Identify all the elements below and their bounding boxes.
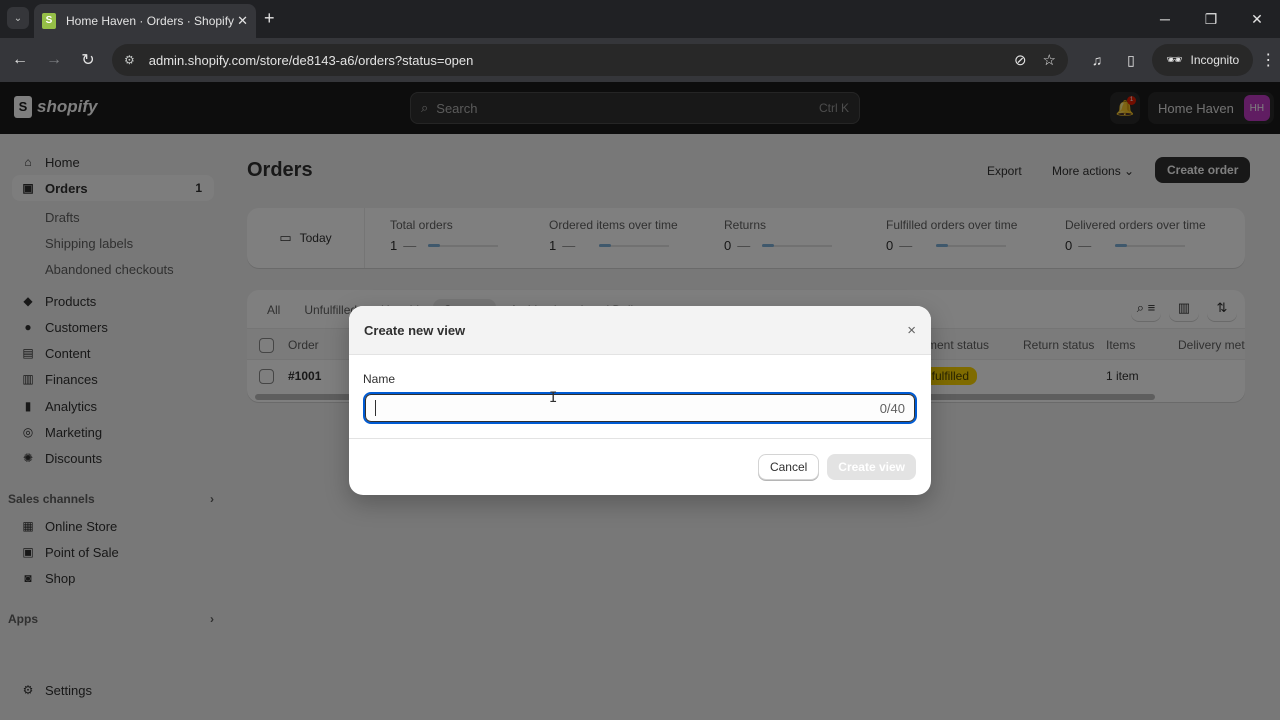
incognito-label: Incognito [1190, 53, 1240, 67]
url-text[interactable]: admin.shopify.com/store/de8143-a6/orders… [149, 53, 998, 68]
restore-icon[interactable]: ❐ [1188, 0, 1234, 38]
side-panel-icon[interactable]: ▯ [1114, 52, 1148, 69]
text-cursor-icon: I [549, 390, 558, 406]
view-name-field[interactable]: 0/40 [363, 392, 917, 424]
modal-footer: Cancel Create view [349, 439, 931, 494]
name-label: Name [363, 372, 396, 386]
cancel-button[interactable]: Cancel [757, 453, 820, 480]
window-controls: ─ ❐ ✕ [1142, 0, 1280, 38]
close-tab-icon[interactable]: ✕ [237, 13, 248, 29]
shopify-favicon-icon: S [42, 13, 56, 29]
new-tab-button[interactable]: + [264, 8, 275, 29]
character-counter: 0/40 [879, 400, 905, 416]
site-info-icon[interactable]: ⚙ [124, 53, 135, 67]
view-name-input[interactable] [380, 400, 880, 416]
create-view-modal: Create new view × Name 0/40 Cancel Creat… [349, 306, 931, 495]
star-icon[interactable]: ☆ [1043, 51, 1056, 69]
minimize-icon[interactable]: ─ [1142, 0, 1188, 38]
forward-icon[interactable]: → [37, 51, 71, 69]
reload-icon[interactable]: ↻ [71, 50, 105, 70]
browser-toolbar: ← → ↻ ⚙ admin.shopify.com/store/de8143-a… [0, 38, 1280, 82]
chevron-down-icon: ⌄ [13, 12, 23, 24]
address-bar[interactable]: ⚙ admin.shopify.com/store/de8143-a6/orde… [112, 44, 1068, 76]
modal-body: Name 0/40 [349, 355, 931, 439]
back-icon[interactable]: ← [3, 51, 37, 69]
browser-tab-strip: ⌄ S Home Haven · Orders · Shopify ✕ + ─ … [0, 0, 1280, 38]
tab-title: Home Haven · Orders · Shopify [66, 14, 235, 28]
eye-off-icon[interactable]: ⊘ [1014, 51, 1027, 69]
close-window-icon[interactable]: ✕ [1234, 0, 1280, 38]
incognito-badge[interactable]: 🕶 Incognito [1152, 44, 1254, 76]
modal-header: Create new view × [349, 306, 931, 355]
create-view-button[interactable]: Create view [827, 453, 916, 480]
close-icon[interactable]: × [907, 322, 916, 339]
toolbar-actions: ♫ ▯ 🕶 Incognito ⋮ [1080, 44, 1280, 76]
media-control-icon[interactable]: ♫ [1080, 52, 1114, 68]
incognito-icon: 🕶 [1166, 52, 1183, 67]
browser-menu-icon[interactable]: ⋮ [1253, 50, 1280, 70]
modal-title: Create new view [364, 322, 466, 338]
browser-tab-active[interactable]: S Home Haven · Orders · Shopify ✕ [34, 4, 256, 38]
tab-search-button[interactable]: ⌄ [7, 7, 29, 29]
text-caret [375, 400, 376, 416]
